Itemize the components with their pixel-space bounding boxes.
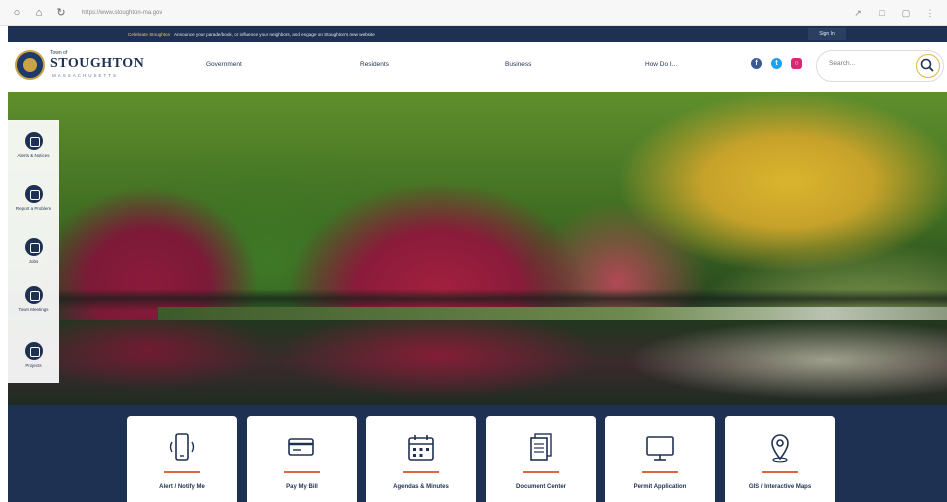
briefcase-icon (24, 238, 43, 256)
alert-highlight: Celebrate Stoughton (128, 31, 171, 37)
quick-link-label: Town Meetings (18, 307, 49, 312)
back-icon[interactable]: ○ (10, 6, 24, 20)
sign-in-button[interactable]: Sign In (808, 28, 846, 40)
quick-link-label: Alerts & Notices (17, 153, 50, 158)
twitter-icon[interactable]: t (771, 58, 782, 69)
browser-toolbar: ○ ⌂ ↻ https://www.stoughton-ma.gov ↗ □ ▢… (0, 0, 947, 26)
quick-link-projects[interactable]: Projects (8, 342, 59, 369)
alert-bar: Celebrate Stoughton Announce your parade… (8, 26, 947, 42)
card-document-center[interactable]: Document Center (486, 416, 596, 502)
extensions-icon[interactable]: ↗ (851, 6, 865, 20)
card-label: Document Center (515, 484, 566, 490)
quick-link-label: Projects (25, 363, 42, 368)
alert-message[interactable]: Celebrate Stoughton Announce your parade… (128, 32, 375, 37)
hero-shoreline (158, 307, 947, 321)
chat-icon (24, 286, 43, 304)
card-permit-application[interactable]: Permit Application (605, 416, 715, 502)
bookmark-icon[interactable]: □ (875, 6, 889, 20)
hero-image-autumn-pond (8, 92, 947, 405)
project-icon (24, 342, 43, 360)
card-label: Permit Application (633, 484, 687, 490)
address-bar[interactable]: https://www.stoughton-ma.gov (82, 10, 841, 16)
logo-state-label: MASSACHUSETTS (52, 73, 119, 78)
town-seal-logo[interactable] (15, 50, 45, 80)
report-icon (24, 185, 43, 203)
quick-link-town-meetings[interactable]: Town Meetings (8, 286, 59, 313)
site-header: Town of STOUGHTON MASSACHUSETTS Governme… (8, 42, 947, 92)
calendar-icon (408, 435, 434, 461)
alert-text: Announce your parade/book, or influence … (173, 31, 375, 37)
hero-water-reflection (8, 320, 947, 405)
card-underline (403, 471, 439, 473)
credit-card-icon (288, 438, 314, 456)
search-input[interactable] (829, 60, 909, 67)
documents-icon (530, 433, 552, 461)
card-underline (523, 471, 559, 473)
card-alert-notify[interactable]: Alert / Notify Me (127, 416, 237, 502)
quick-link-label: Report a Problem (15, 206, 52, 211)
nav-residents[interactable]: Residents (360, 61, 389, 68)
card-underline (642, 471, 678, 473)
card-label: Pay My Bill (286, 484, 318, 490)
instagram-icon[interactable]: ○ (791, 58, 802, 69)
nav-business[interactable]: Business (505, 61, 531, 68)
nav-how-do-i[interactable]: How Do I... (645, 61, 677, 68)
search-button[interactable] (916, 54, 940, 78)
map-pin-icon (771, 434, 789, 463)
search-icon (920, 58, 934, 72)
phone-alert-icon (169, 433, 195, 461)
card-pay-bill[interactable]: Pay My Bill (247, 416, 357, 502)
logo-town-name[interactable]: STOUGHTON (50, 56, 144, 72)
profile-icon[interactable]: ▢ (899, 6, 913, 20)
card-label: Agendas & Minutes (393, 484, 449, 490)
quick-link-jobs[interactable]: Jobs (8, 238, 59, 265)
search-box (816, 50, 944, 82)
card-underline (284, 471, 320, 473)
card-gis-maps[interactable]: GIS / Interactive Maps (725, 416, 835, 502)
facebook-icon[interactable]: f (751, 58, 762, 69)
quick-links-sidebar: Alerts & Notices Report a Problem Jobs T… (8, 120, 59, 383)
card-label: GIS / Interactive Maps (748, 484, 812, 490)
quick-link-report-problem[interactable]: Report a Problem (8, 185, 59, 212)
card-underline (164, 471, 200, 473)
card-label: Alert / Notify Me (159, 484, 205, 490)
quick-link-label: Jobs (28, 259, 39, 264)
home-icon[interactable]: ⌂ (32, 6, 46, 20)
monitor-icon (646, 436, 674, 461)
menu-icon[interactable]: ⋮ (923, 6, 937, 20)
card-underline (762, 471, 798, 473)
nav-government[interactable]: Government (206, 61, 242, 68)
quick-link-alerts[interactable]: Alerts & Notices (8, 132, 59, 159)
card-agendas-minutes[interactable]: Agendas & Minutes (366, 416, 476, 502)
refresh-icon[interactable]: ↻ (54, 6, 68, 20)
bell-icon (24, 132, 43, 150)
